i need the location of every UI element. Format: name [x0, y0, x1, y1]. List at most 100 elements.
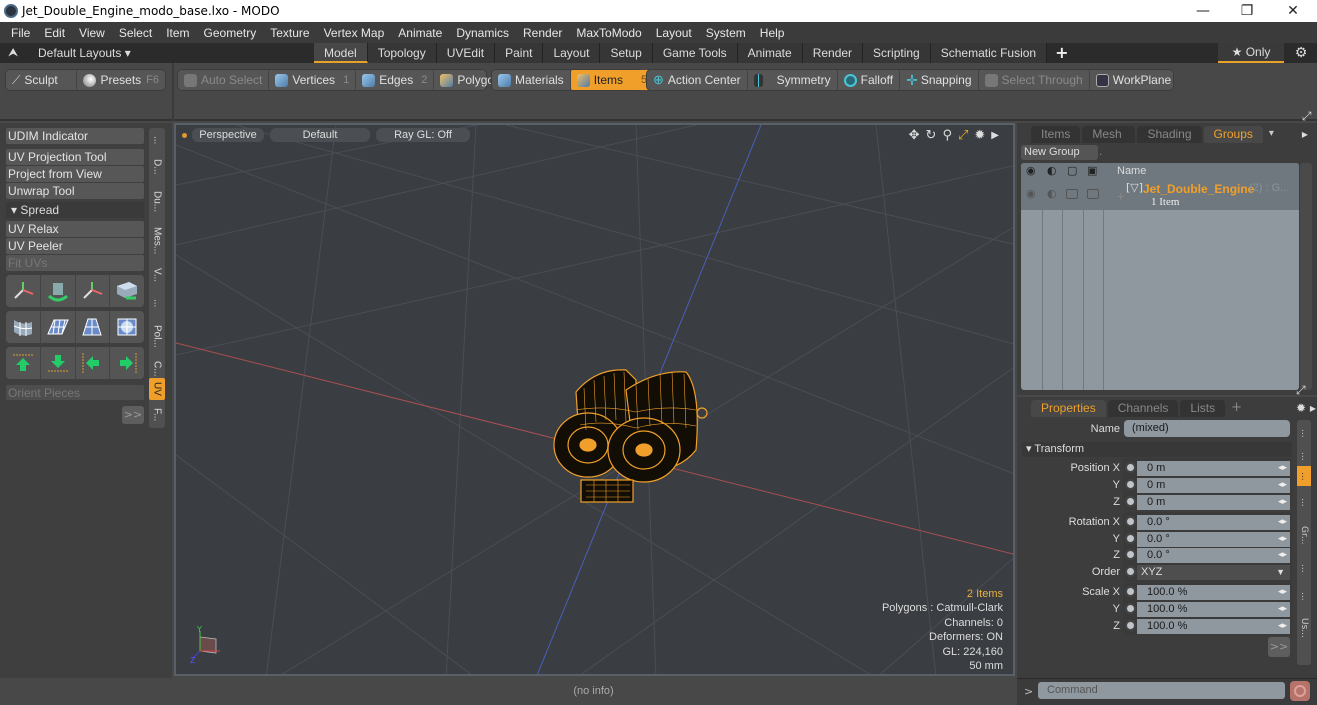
position-z-slider-icon[interactable]: ◂▸	[1261, 495, 1290, 510]
tab-lists[interactable]: Lists	[1180, 400, 1226, 417]
tab-shading[interactable]: Shading	[1137, 126, 1202, 143]
restore-button[interactable]: ❐	[1224, 1, 1270, 21]
tab-uvedit[interactable]: UVEdit	[436, 43, 496, 63]
left-panel-more-button[interactable]: >>	[122, 406, 144, 424]
jet-double-engine-wireframe[interactable]	[536, 350, 716, 520]
tab-layout[interactable]: Layout	[543, 43, 601, 63]
position-z-field[interactable]: 0 m	[1137, 495, 1261, 510]
minimize-button[interactable]: —	[1180, 1, 1226, 21]
menu-layout[interactable]: Layout	[649, 26, 699, 40]
tab-game-tools[interactable]: Game Tools	[652, 43, 738, 63]
uv-cylindrical-projection-icon[interactable]	[6, 311, 41, 343]
uv-box-tool-icon[interactable]	[110, 275, 144, 307]
vertices-button[interactable]: Vertices 1	[269, 70, 357, 90]
align-left-icon[interactable]	[76, 347, 111, 379]
new-group-button[interactable]: New Group	[1021, 145, 1098, 160]
vtab-1[interactable]: ...	[149, 130, 165, 150]
tab-scripting[interactable]: Scripting	[863, 43, 931, 63]
vtab-v[interactable]: V...	[149, 262, 165, 288]
properties-more-button[interactable]: >>	[1268, 637, 1290, 657]
rotation-x-keyframe[interactable]	[1125, 516, 1136, 527]
command-input[interactable]: Command	[1038, 682, 1285, 699]
expand-icon[interactable]: +	[1116, 190, 1125, 203]
gear-icon[interactable]: ⚙	[1290, 43, 1312, 63]
pan-icon[interactable]: ✥	[909, 128, 920, 143]
tab-items[interactable]: Items	[1031, 126, 1081, 143]
raygl-button[interactable]: Ray GL: Off	[376, 128, 470, 142]
side-tab-6[interactable]: ...	[1297, 556, 1311, 580]
row-render-icon[interactable]: ◐	[1047, 187, 1057, 200]
rotation-z-slider-icon[interactable]: ◂▸	[1261, 548, 1290, 563]
side-tab-us[interactable]: Us...	[1297, 610, 1311, 646]
scale-x-field[interactable]: 100.0 %	[1137, 585, 1261, 600]
tab-animate[interactable]: Animate	[737, 43, 803, 63]
symmetry-button[interactable]: Symmetry	[748, 70, 838, 90]
tab-render[interactable]: Render	[802, 43, 864, 63]
menu-animate[interactable]: Animate	[391, 26, 449, 40]
layout-up-arrow-icon[interactable]: ⮝	[8, 45, 18, 60]
position-x-keyframe[interactable]	[1125, 462, 1136, 473]
side-tab-4[interactable]: ...	[1297, 490, 1311, 514]
maximize-icon[interactable]: ⤢	[958, 128, 968, 143]
workplane-button[interactable]: WorkPlane	[1090, 70, 1177, 90]
scale-y-slider-icon[interactable]: ◂▸	[1261, 602, 1290, 617]
transform-section[interactable]: ▾ Transform	[1022, 442, 1292, 457]
scale-y-field[interactable]: 100.0 %	[1137, 602, 1261, 617]
side-tab-2[interactable]: ...	[1297, 446, 1311, 466]
position-y-keyframe[interactable]	[1125, 479, 1136, 490]
side-tab-7[interactable]: ...	[1297, 584, 1311, 608]
rotation-z-keyframe[interactable]	[1125, 549, 1136, 560]
sculpt-button[interactable]: ⟋ Sculpt	[6, 70, 78, 90]
side-tab-gr[interactable]: Gr...	[1297, 518, 1311, 552]
close-button[interactable]: ✕	[1270, 1, 1316, 21]
3d-viewport[interactable]: Perspective Default Ray GL: Off ✥ ↻ ⚲ ⤢ …	[174, 123, 1015, 676]
tab-setup[interactable]: Setup	[600, 43, 653, 63]
vtab-6[interactable]: ...	[149, 290, 165, 316]
rotation-x-slider-icon[interactable]: ◂▸	[1261, 515, 1290, 530]
panel-maximize-icon[interactable]: ⤢ ▸	[1302, 107, 1317, 143]
scale-z-slider-icon[interactable]: ◂▸	[1261, 619, 1290, 634]
select-column-icon[interactable]: ▣	[1087, 164, 1097, 177]
side-tab-1[interactable]: ...	[1297, 422, 1311, 444]
zoom-icon[interactable]: ⚲	[942, 128, 952, 143]
tab-groups[interactable]: Groups	[1203, 126, 1263, 143]
menu-vertex-map[interactable]: Vertex Map	[317, 26, 392, 40]
uv-perspective-projection-icon[interactable]	[76, 311, 111, 343]
uv-spherical-projection-icon[interactable]	[110, 311, 144, 343]
tabs-dropdown-icon[interactable]: ▾	[1269, 125, 1274, 143]
order-keyframe[interactable]	[1125, 566, 1136, 577]
vtab-pol[interactable]: Pol...	[149, 318, 165, 354]
tab-properties[interactable]: Properties	[1031, 400, 1106, 417]
menu-dynamics[interactable]: Dynamics	[449, 26, 516, 40]
position-y-field[interactable]: 0 m	[1137, 478, 1261, 493]
uv-move-tool-icon[interactable]	[6, 275, 41, 307]
row-select-toggle[interactable]	[1087, 189, 1099, 199]
uv-planar-projection-icon[interactable]	[41, 311, 76, 343]
uv-projection-tool-button[interactable]: UV Projection Tool	[6, 149, 144, 165]
menu-item[interactable]: Item	[159, 26, 196, 40]
add-layout-tab-button[interactable]: +	[1047, 43, 1076, 63]
position-x-slider-icon[interactable]: ◂▸	[1261, 461, 1290, 476]
tab-paint[interactable]: Paint	[495, 43, 544, 63]
rotation-y-keyframe[interactable]	[1125, 533, 1136, 544]
scale-x-keyframe[interactable]	[1125, 586, 1136, 597]
project-from-view-button[interactable]: Project from View	[6, 166, 144, 182]
vtab-du[interactable]: Du...	[149, 184, 165, 220]
render-column-icon[interactable]: ◐	[1047, 164, 1057, 177]
visibility-column-icon[interactable]: ◉	[1026, 164, 1036, 177]
rotation-x-field[interactable]: 0.0 °	[1137, 515, 1261, 530]
menu-file[interactable]: File	[4, 26, 37, 40]
viewport-expand-icon[interactable]: ▶	[991, 128, 999, 143]
groups-list[interactable]: ◉ ◐ ▢ ▣ Name ◉ ◐ + [▽] Jet_Double_Engine…	[1021, 163, 1299, 390]
order-dropdown[interactable]: XYZ ▼	[1137, 565, 1290, 580]
tab-model[interactable]: Model	[314, 43, 368, 63]
udim-indicator-button[interactable]: UDIM Indicator	[6, 128, 144, 144]
view-mode-button[interactable]: Perspective	[192, 128, 264, 142]
edges-button[interactable]: Edges 2	[356, 70, 435, 90]
orient-pieces-button[interactable]: Orient Pieces	[6, 385, 144, 400]
name-column-header[interactable]: Name	[1117, 165, 1146, 177]
lock-column-icon[interactable]: ▢	[1067, 164, 1077, 177]
position-z-keyframe[interactable]	[1125, 496, 1136, 507]
uv-peeler-button[interactable]: UV Peeler	[6, 238, 144, 254]
scale-y-keyframe[interactable]	[1125, 603, 1136, 614]
